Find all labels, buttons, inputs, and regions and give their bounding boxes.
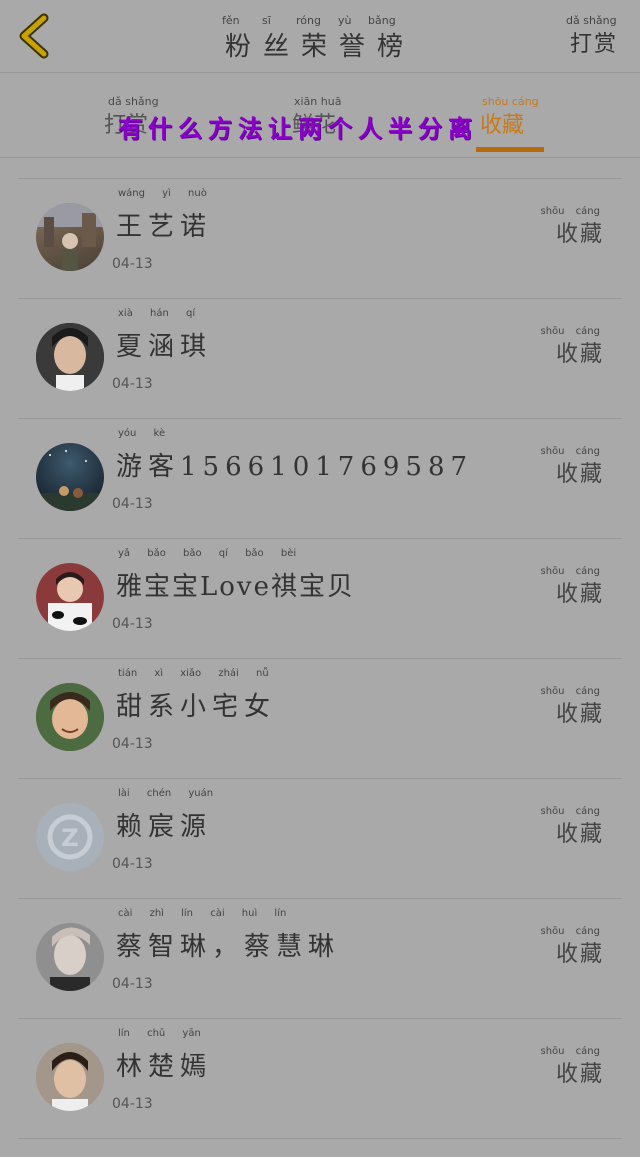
avatar — [36, 683, 104, 751]
avatar: Z — [36, 803, 104, 871]
tab-bar: dǎ shǎng 打赏 xiān huā 鲜花 shōu cáng 收藏 有什么… — [0, 73, 640, 158]
timestamp: 04-13 — [112, 256, 153, 272]
user-name: 游客15661017695​87 — [116, 452, 474, 482]
photo-man-pale-icon — [36, 923, 104, 991]
photo-cow-print-icon — [36, 563, 104, 631]
avatar — [36, 1043, 104, 1111]
overlay-caption: 有什么方法让两个人半分离 — [118, 115, 478, 143]
name-pinyin: wáng yì nuò — [118, 188, 207, 199]
timestamp: 04-13 — [112, 616, 153, 632]
user-name: 雅宝宝Love祺宝贝 — [116, 572, 355, 602]
photo-young-man-icon — [36, 1043, 104, 1111]
avatar — [36, 563, 104, 631]
timestamp: 04-13 — [112, 1096, 153, 1112]
timestamp: 04-13 — [112, 856, 153, 872]
user-name: 蔡智琳，蔡慧琳 — [116, 932, 341, 962]
photo-boy-smile-icon — [36, 683, 104, 751]
top-bar: fěn sī róng yù bǎng 粉丝荣誉榜 dǎ shǎng 打赏 — [0, 0, 640, 73]
list-item[interactable]: yóu kè 游客15661017695​87 04-13 shōu cáng … — [18, 418, 622, 539]
timestamp: 04-13 — [112, 376, 153, 392]
name-pinyin: cài zhì lín cài huì lín — [118, 908, 287, 919]
user-name: 甜系小宅女 — [116, 692, 277, 722]
avatar — [36, 203, 104, 271]
avatar — [36, 923, 104, 991]
page-title: 粉丝荣誉榜 — [224, 32, 415, 62]
user-name: 夏涵琪 — [116, 332, 213, 362]
user-name: 王艺诺 — [116, 212, 213, 242]
photo-night-sky-icon — [36, 450, 104, 511]
list-item[interactable]: yǎ bǎo bǎo qí bǎo bèi 雅宝宝Love祺宝贝 04-13 s… — [18, 538, 622, 659]
photo-girl-icon — [36, 323, 104, 391]
name-pinyin: tián xì xiǎo zhái nǚ — [118, 668, 269, 679]
user-name: 林楚嫣 — [116, 1052, 213, 1082]
list-item[interactable]: wáng yì nuò 王艺诺 04-13 shōu cáng 收藏 — [18, 178, 622, 299]
reward-button[interactable]: 打赏 — [570, 26, 618, 58]
timestamp: 04-13 — [112, 976, 153, 992]
favorite-label: 收藏 — [555, 942, 604, 967]
svg-text:Z: Z — [61, 824, 78, 852]
favorite-label: 收藏 — [555, 1062, 604, 1087]
timestamp: 04-13 — [112, 736, 153, 752]
avatar — [36, 443, 104, 511]
favorite-label: 收藏 — [555, 822, 604, 847]
user-name: 赖宸源 — [116, 812, 213, 842]
avatar — [36, 323, 104, 391]
name-pinyin: lín chǔ yān — [118, 1028, 201, 1039]
active-tab-indicator — [476, 147, 544, 152]
list-item[interactable]: tián xì xiǎo zhái nǚ 甜系小宅女 04-13 shōu cá… — [18, 658, 622, 779]
tab-favorites[interactable]: 收藏 — [480, 107, 524, 139]
favorite-label: 收藏 — [555, 582, 604, 607]
list-item[interactable]: cài zhì lín cài huì lín 蔡智琳，蔡慧琳 04-13 sh… — [18, 898, 622, 1019]
name-pinyin: lài chén yuán — [118, 788, 214, 799]
name-pinyin: xià hán qí — [118, 308, 196, 319]
name-pinyin: yóu kè — [118, 428, 166, 439]
list-item[interactable]: lín chǔ yān 林楚嫣 04-13 shōu cáng 收藏 — [18, 1018, 622, 1139]
name-pinyin: yǎ bǎo bǎo qí bǎo bèi — [118, 548, 297, 559]
favorite-label: 收藏 — [555, 702, 604, 727]
photo-street-icon — [36, 203, 104, 271]
favorite-label: 收藏 — [555, 222, 604, 247]
qq-default-avatar-icon: Z — [36, 803, 104, 871]
list-item[interactable]: xià hán qí 夏涵琪 04-13 shōu cáng 收藏 — [18, 298, 622, 419]
favorite-label: 收藏 — [555, 462, 604, 487]
timestamp: 04-13 — [112, 496, 153, 512]
list-item[interactable]: Z lài chén yuán 赖宸源 04-13 shōu cáng 收藏 — [18, 778, 622, 899]
favorite-label: 收藏 — [555, 342, 604, 367]
